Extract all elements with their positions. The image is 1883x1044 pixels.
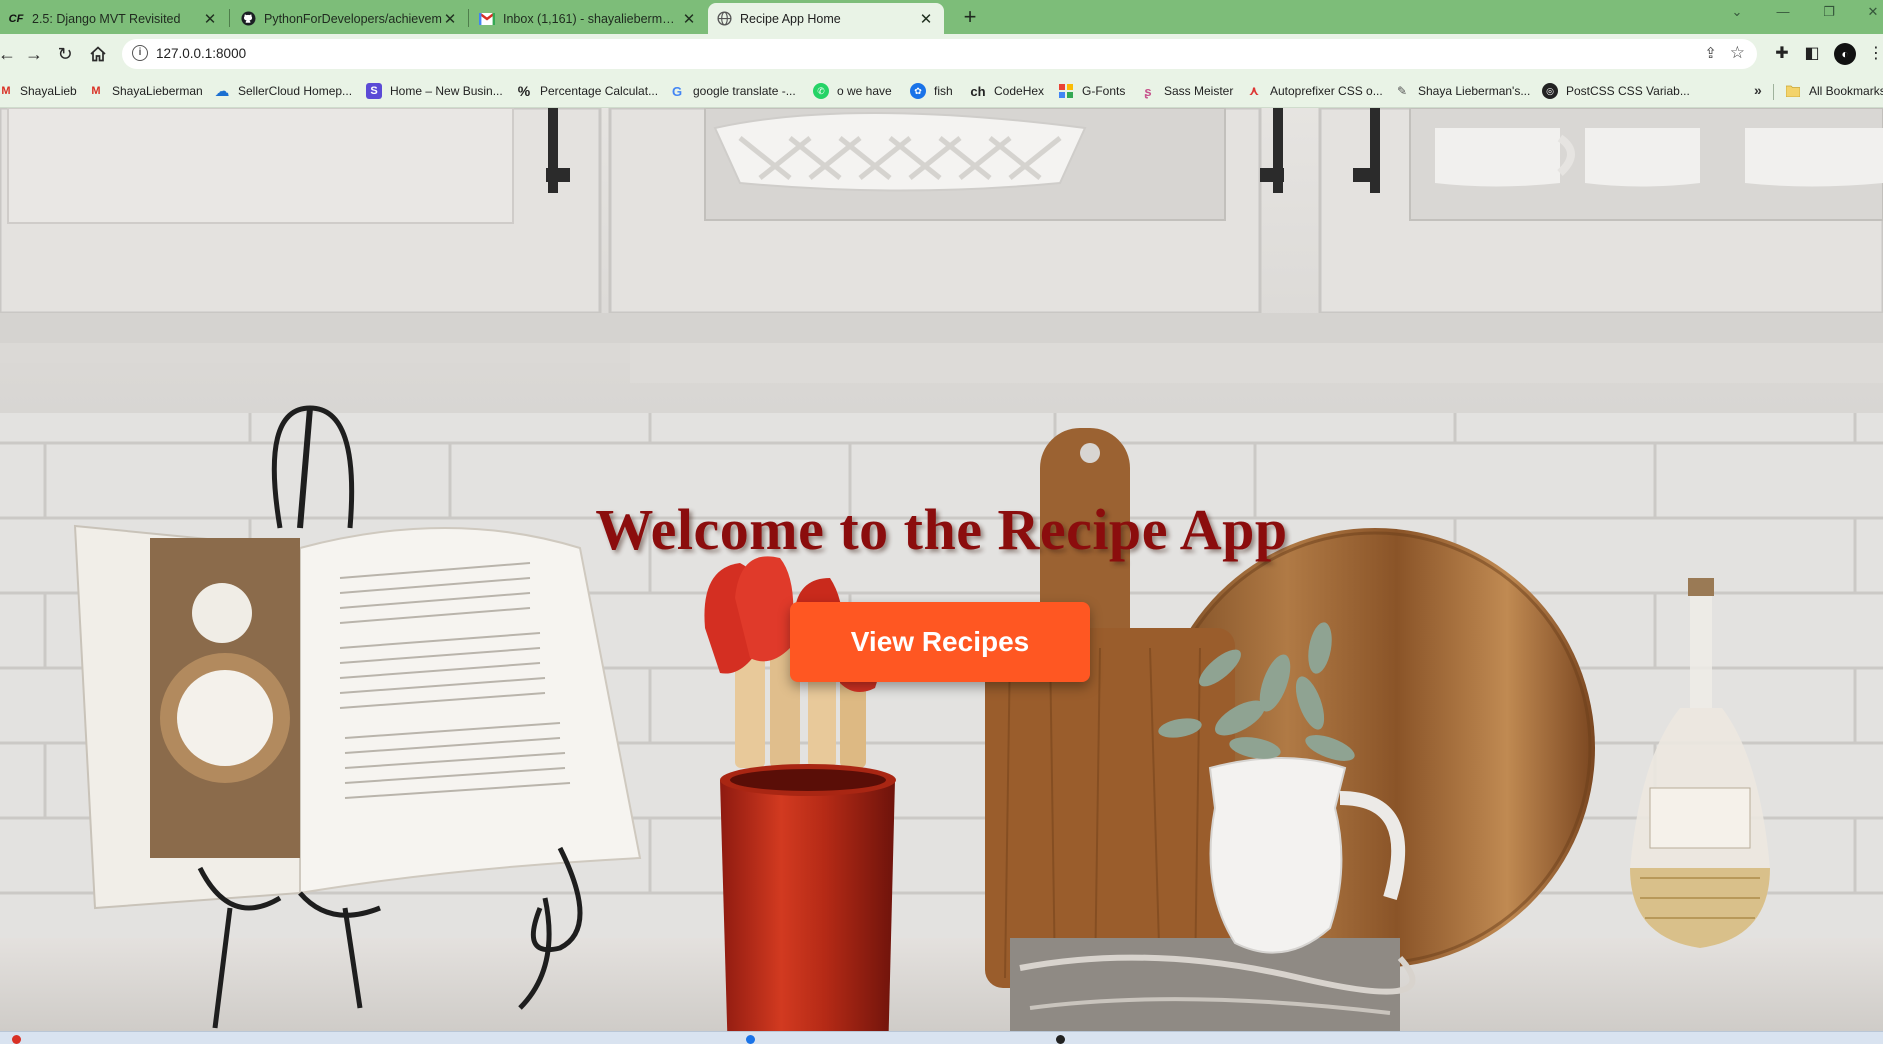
bookmark-item[interactable]: M ShayaLieb — [0, 82, 77, 100]
whatsapp-icon: ✆ — [813, 83, 829, 99]
github-icon — [240, 11, 256, 27]
bookmark-label: Shaya Lieberman's... — [1418, 84, 1531, 98]
bookmark-label: o we have — [837, 84, 892, 98]
tab-recipe-app-home[interactable]: Recipe App Home ✕ — [708, 3, 944, 34]
percent-icon: % — [517, 83, 531, 99]
menu-icon[interactable]: ⋮ — [1868, 42, 1883, 66]
tab-search-icon[interactable]: ⌄ — [1724, 4, 1750, 26]
gmail-icon: M — [91, 85, 101, 97]
tab-title: 2.5: Django MVT Revisited — [32, 11, 181, 26]
autoprefixer-icon: ⋏ — [1248, 83, 1260, 98]
bookmark-item[interactable]: ✆ o we have — [813, 82, 892, 100]
forward-icon[interactable]: → — [21, 41, 47, 67]
bookmark-label: PostCSS CSS Variab... — [1566, 84, 1690, 98]
close-icon[interactable]: ✕ — [202, 10, 218, 28]
bookmark-label: Autoprefixer CSS o... — [1270, 84, 1383, 98]
side-panel-icon[interactable]: ◧ — [1800, 42, 1824, 66]
kitchen-background-image — [0, 108, 1883, 1031]
tab-strip: CF 2.5: Django MVT Revisited ✕ PythonFor… — [0, 0, 1883, 34]
bookmark-item[interactable]: ✿ fish — [910, 82, 953, 100]
close-window-icon[interactable]: ✕ — [1860, 4, 1883, 26]
bookmark-label: Sass Meister — [1164, 84, 1234, 98]
hero-section: Welcome to the Recipe App View Recipes — [0, 108, 1883, 1031]
gfonts-icon — [1058, 83, 1074, 99]
site-info-icon[interactable]: i — [132, 45, 148, 61]
bookmark-item[interactable]: S Home – New Busin... — [366, 82, 503, 100]
s-icon: S — [366, 83, 382, 99]
close-icon[interactable]: ✕ — [442, 10, 458, 28]
bookmark-item[interactable]: % Percentage Calculat... — [516, 82, 658, 100]
bookmark-label: SellerCloud Homep... — [238, 84, 353, 98]
tab-github[interactable]: PythonForDevelopers/achievem ✕ — [232, 3, 468, 34]
bookmark-label: G-Fonts — [1082, 84, 1126, 98]
address-bar[interactable]: i 127.0.0.1:8000 ⇪ ☆ — [122, 39, 1757, 69]
bookmark-label: google translate -... — [693, 84, 796, 98]
globe-icon — [716, 11, 732, 27]
ch-icon: ch — [970, 83, 986, 99]
google-icon: G — [671, 83, 683, 99]
bookmark-item[interactable]: M ShayaLieberman — [88, 82, 203, 100]
home-icon[interactable] — [85, 41, 111, 67]
view-recipes-button[interactable]: View Recipes — [790, 602, 1090, 682]
bookmark-label: fish — [934, 84, 953, 98]
bookmark-label: CodeHex — [994, 84, 1045, 98]
all-bookmarks-label: All Bookmarks — [1809, 84, 1883, 98]
tab-title: PythonForDevelopers/achievem — [264, 11, 442, 26]
back-icon[interactable]: ← — [0, 41, 20, 67]
address-url[interactable]: 127.0.0.1:8000 — [156, 46, 246, 61]
bookmark-label: Percentage Calculat... — [540, 84, 659, 98]
bookmark-item[interactable]: ch CodeHex — [970, 82, 1044, 100]
more-bookmarks-button[interactable]: » — [1754, 82, 1762, 98]
folder-icon — [1785, 83, 1801, 99]
close-icon[interactable]: ✕ — [918, 10, 934, 28]
tab-django-mvt[interactable]: CF 2.5: Django MVT Revisited ✕ — [0, 3, 228, 34]
gmail-icon: M — [1, 85, 11, 97]
tab-title: Recipe App Home — [740, 11, 841, 26]
bookmark-label: ShayaLieberman — [112, 84, 203, 98]
tab-divider — [229, 9, 230, 27]
tab-gmail-inbox[interactable]: Inbox (1,161) - shayalieberman@ ✕ — [471, 3, 707, 34]
extensions-icon[interactable]: ✚ — [1770, 42, 1794, 66]
bookmark-item[interactable]: ʂ Sass Meister — [1140, 82, 1233, 100]
tab-divider — [468, 9, 469, 27]
bookmark-item[interactable]: G google translate -... — [669, 82, 796, 100]
person-icon: ✎ — [1396, 84, 1408, 98]
restore-icon[interactable]: ❐ — [1816, 4, 1842, 26]
bookmarks-divider — [1773, 84, 1774, 100]
all-bookmarks-button[interactable]: All Bookmarks — [1785, 82, 1883, 100]
cloud-icon: ☁ — [214, 83, 230, 100]
postcss-icon: ◎ — [1542, 83, 1558, 99]
gmail-icon — [479, 11, 495, 27]
sass-icon: ʂ — [1144, 83, 1152, 99]
new-tab-button[interactable]: + — [956, 4, 984, 32]
bookmarks-bar: M ShayaLieb M ShayaLieberman ☁ SellerClo… — [0, 74, 1883, 108]
bookmark-label: Home – New Busin... — [390, 84, 503, 98]
avatar[interactable]: ◐ — [1834, 43, 1856, 65]
minimize-icon[interactable]: — — [1770, 4, 1796, 26]
bookmark-item[interactable]: ⋏ Autoprefixer CSS o... — [1246, 82, 1383, 100]
bookmark-star-icon[interactable]: ☆ — [1730, 43, 1745, 63]
taskbar-app-icon[interactable] — [1056, 1035, 1065, 1044]
share-icon[interactable]: ⇪ — [1704, 44, 1717, 62]
close-icon[interactable]: ✕ — [681, 10, 697, 28]
os-taskbar — [0, 1031, 1883, 1044]
bookmark-item[interactable]: ◎ PostCSS CSS Variab... — [1542, 82, 1690, 100]
page-title: Welcome to the Recipe App — [595, 497, 1288, 562]
reload-icon[interactable]: ↻ — [52, 41, 78, 67]
bookmark-label: ShayaLieb — [20, 84, 77, 98]
tab-title: Inbox (1,161) - shayalieberman@ — [503, 11, 681, 26]
taskbar-app-icon[interactable] — [12, 1035, 21, 1044]
bookmark-item[interactable]: ☁ SellerCloud Homep... — [214, 82, 353, 100]
cf-icon: CF — [8, 12, 24, 25]
browser-toolbar: ← → ↻ i 127.0.0.1:8000 ⇪ ☆ ✚ ◧ ◐ ⋮ — [0, 34, 1883, 74]
taskbar-app-icon[interactable] — [746, 1035, 755, 1044]
fish-icon: ✿ — [910, 83, 926, 99]
bookmark-item[interactable]: G-Fonts — [1058, 82, 1125, 100]
bookmark-item[interactable]: ✎ Shaya Lieberman's... — [1394, 82, 1530, 100]
